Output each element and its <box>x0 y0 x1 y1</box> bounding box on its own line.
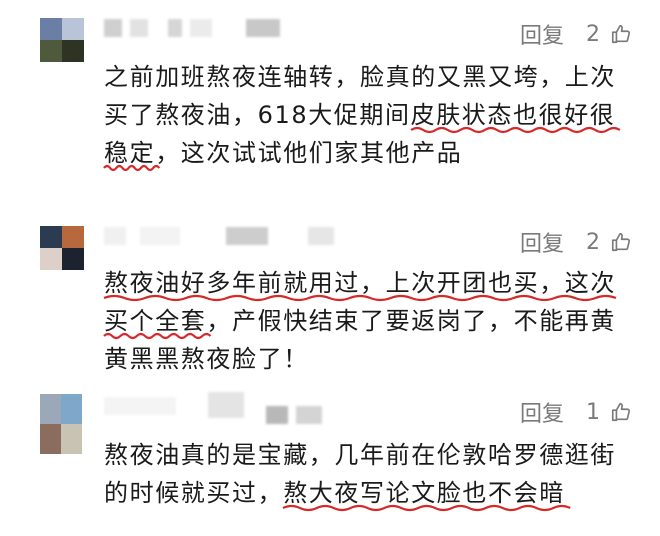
reply-button[interactable]: 回复 <box>520 396 564 428</box>
highlighted-text: 稳定 <box>104 139 155 167</box>
comment-text: 之前加班熬夜连轴转，脸真的又黑又垮，上次 买了熬夜油，618大促期间皮肤状态也很… <box>104 58 634 172</box>
comment-actions: 回复 2 <box>520 226 632 258</box>
highlighted-text: 熬夜油好多年前就用过，上次开团也买，这次 <box>104 269 616 297</box>
comment-text: 熬夜油真的是宝藏，几年前在伦敦哈罗德逛街 的时候就买过，熬大夜写论文脸也不会暗 <box>104 436 634 512</box>
like-count: 2 <box>586 21 600 47</box>
wavy-underline <box>104 163 155 173</box>
wavy-underline <box>283 503 565 513</box>
username-blurred[interactable] <box>104 16 364 40</box>
thumbs-up-icon[interactable] <box>610 231 632 253</box>
wavy-underline <box>411 125 616 135</box>
username-blurred[interactable] <box>104 224 364 248</box>
wavy-underline <box>104 331 206 341</box>
comment-text: 熬夜油好多年前就用过，上次开团也买，这次 买个全套 ，产假快结束了要返岗了，不能再… <box>104 269 617 373</box>
comment-actions: 回复 2 <box>520 18 632 50</box>
avatar[interactable] <box>40 226 84 270</box>
comment-item: 回复 2 之前加班熬夜连轴转，脸真的又黑又垮，上次 买了熬夜油，618大促期间皮… <box>0 16 660 186</box>
comment-item: 回复 1 熬夜油真的是宝藏，几年前在伦敦哈罗德逛街 的时候就买过，熬大夜写论文脸… <box>0 392 660 524</box>
comment-actions: 回复 1 <box>520 396 632 428</box>
highlighted-text: 买个全套 <box>104 307 206 335</box>
like-count: 2 <box>586 229 600 255</box>
avatar[interactable] <box>40 394 82 454</box>
thumbs-up-icon[interactable] <box>610 23 632 45</box>
wavy-underline <box>104 293 616 303</box>
reply-button[interactable]: 回复 <box>520 18 564 50</box>
username-blurred[interactable] <box>104 392 364 424</box>
like-count: 1 <box>586 399 600 425</box>
comment-item: 回复 2 熬夜油好多年前就用过，上次开团也买，这次 买个全套 ，产假快结束了要返岗… <box>0 224 660 384</box>
reply-button[interactable]: 回复 <box>520 226 564 258</box>
avatar[interactable] <box>40 18 84 62</box>
thumbs-up-icon[interactable] <box>610 401 632 423</box>
highlighted-text: 熬大夜写论文脸也不会暗 <box>283 479 565 507</box>
highlighted-text: 皮肤状态也很好很 <box>411 101 616 129</box>
